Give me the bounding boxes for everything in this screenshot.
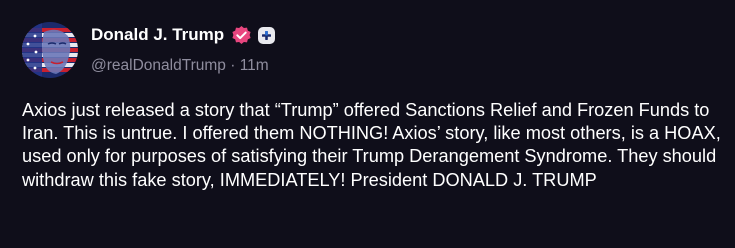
- handle-line: @realDonaldTrump · 11m: [91, 57, 269, 75]
- author-handle[interactable]: @realDonaldTrump: [91, 57, 226, 74]
- post-timestamp[interactable]: 11m: [240, 57, 269, 74]
- post-body: Axios just released a story that “Trump”…: [22, 100, 721, 190]
- avatar-image: [22, 22, 78, 78]
- meta-separator: ·: [230, 57, 236, 74]
- post-card: Donald J. Trump @realDonaldTrump · 11m A…: [0, 0, 735, 248]
- plus-icon: [258, 27, 275, 44]
- author-name[interactable]: Donald J. Trump: [91, 25, 224, 45]
- avatar[interactable]: [22, 22, 78, 78]
- verified-check-icon: [231, 25, 252, 46]
